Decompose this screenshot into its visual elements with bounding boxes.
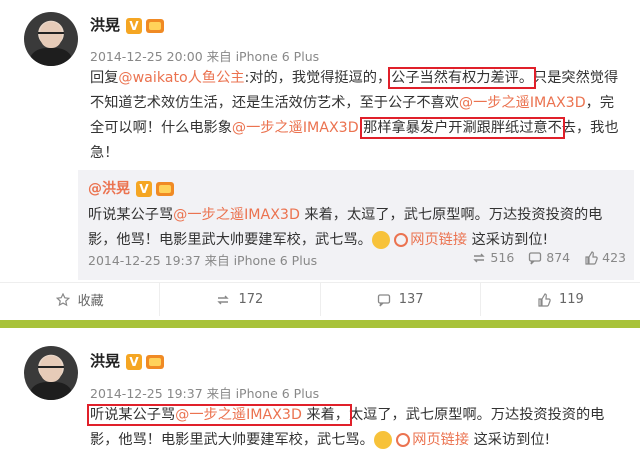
link-icon (396, 433, 411, 447)
verified-v-icon: V (126, 353, 143, 370)
post-body: 回复@waikato人鱼公主:对的，我觉得挺逗的，公子当然有权力差评。只是突然觉… (90, 67, 619, 161)
verified-v-icon: V (126, 17, 143, 34)
quoted-stats: 516 874 423 (472, 250, 626, 265)
highlight-box: 听说某公子骂@一步之遥IMAX3D 来着， (87, 404, 352, 426)
favorite-button[interactable]: 收藏 (0, 282, 160, 316)
like-count: 119 (558, 292, 584, 307)
avatar[interactable] (24, 12, 78, 66)
weibo-post-2: 洪晃 V 2014-12-25 19:37 来自 iPhone 6 Plus 听说… (0, 328, 640, 459)
avatar[interactable] (24, 346, 78, 400)
thumbs-up-icon (538, 292, 551, 307)
web-link[interactable]: 网页链接 (394, 232, 467, 248)
web-link[interactable]: 网页链接 (396, 432, 469, 448)
quoted-meta: 2014-12-25 19:37 来自 iPhone 6 Plus (88, 253, 318, 268)
highlight-box: 那样拿暴发户开涮跟胖纸过意不 (360, 117, 565, 139)
quoted-author[interactable]: @洪晃 V (88, 178, 174, 198)
highlight-box: 公子当然有权力差评。 (388, 67, 537, 89)
quoted-body: 听说某公子骂@一步之遥IMAX3D 来着，太逗了，武七原型啊。万达投资投资的电影… (88, 207, 603, 249)
section-divider (0, 320, 640, 328)
star-icon (55, 292, 70, 306)
comment-count: 137 (398, 292, 424, 307)
comment-button[interactable]: 137 (319, 282, 480, 316)
post-meta: 2014-12-25 20:00 来自 iPhone 6 Plus (90, 49, 320, 64)
member-crown-icon (146, 18, 165, 33)
post-meta: 2014-12-25 19:37 来自 iPhone 6 Plus (90, 386, 320, 401)
weibo-post-1: 洪晃 V 2014-12-25 20:00 来自 iPhone 6 Plus 回复… (0, 0, 640, 322)
author-name-text[interactable]: 洪晃 (90, 16, 120, 34)
quoted-like[interactable]: 423 (584, 250, 626, 265)
mention-link[interactable]: @一步之遥IMAX3D (175, 407, 302, 423)
comment-icon (529, 251, 542, 264)
author-name-text[interactable]: 洪晃 (90, 352, 120, 370)
thumbs-up-icon (585, 250, 598, 265)
member-crown-icon (156, 182, 174, 196)
member-crown-icon (146, 354, 165, 369)
action-bar: 收藏 172 137 119 (0, 282, 640, 316)
mention-link[interactable]: @一步之遥IMAX3D (232, 120, 359, 136)
mention-link[interactable]: @waikato人鱼公主 (118, 70, 244, 86)
mention-link[interactable]: @一步之遥IMAX3D (173, 207, 300, 223)
author-name[interactable]: 洪晃 V (90, 14, 165, 35)
link-icon (394, 233, 409, 247)
repost-icon (473, 253, 486, 262)
quoted-comment[interactable]: 874 (528, 250, 570, 265)
mention-link[interactable]: @一步之遥IMAX3D (459, 95, 586, 111)
emoji-icon (371, 231, 390, 249)
quoted-repost[interactable]: 516 (472, 250, 514, 265)
quoted-post[interactable]: @洪晃 V 听说某公子骂@一步之遥IMAX3D 来着，太逗了，武七原型啊。万达投资… (78, 170, 634, 280)
author-name[interactable]: 洪晃 V (90, 350, 165, 371)
repost-count: 172 (238, 292, 264, 307)
post-body: 听说某公子骂@一步之遥IMAX3D 来着，太逗了，武七原型啊。万达投资投资的电影… (87, 404, 605, 449)
verified-v-icon: V (136, 181, 152, 197)
emoji-icon (373, 431, 392, 449)
favorite-label: 收藏 (77, 294, 104, 309)
like-button[interactable]: 119 (479, 282, 640, 316)
repost-button[interactable]: 172 (159, 282, 320, 316)
repost-icon (217, 295, 230, 304)
comment-icon (377, 293, 390, 306)
